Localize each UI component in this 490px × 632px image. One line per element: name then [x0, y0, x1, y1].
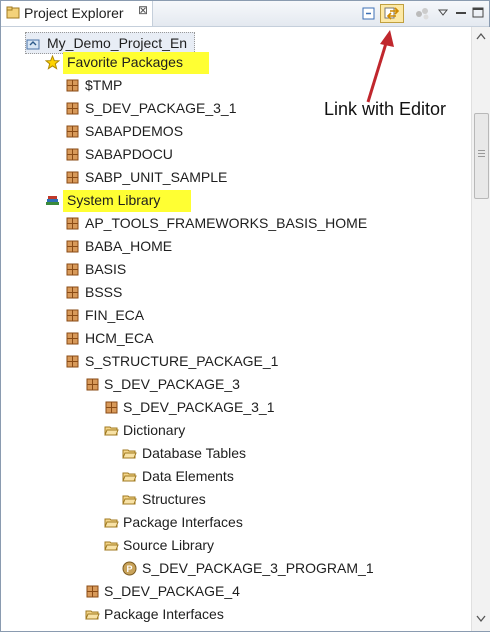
- tree-item-package[interactable]: SABP_UNIT_SAMPLE: [65, 167, 265, 189]
- tree-item-label: S_DEV_PACKAGE_3_PROGRAM_1: [142, 560, 374, 576]
- folder-open-icon: [104, 426, 119, 436]
- folder-open-icon: [85, 610, 100, 620]
- tree-item-folder[interactable]: Dictionary: [104, 420, 304, 442]
- library-icon: [46, 196, 59, 205]
- package-icon: [66, 263, 79, 276]
- tree-item-label: HCM_ECA: [85, 330, 154, 346]
- package-icon: [66, 240, 79, 253]
- folder-open-icon: [122, 472, 137, 482]
- tree-item-label: SABAPDEMOS: [85, 123, 184, 139]
- annotation-arrow: [366, 30, 394, 103]
- tree-item-package[interactable]: BASIS: [65, 259, 265, 281]
- collapse-all-icon[interactable]: [361, 4, 377, 23]
- tab-project-explorer[interactable]: Project Explorer ⊠: [1, 1, 153, 26]
- tree-item-label: $TMP: [85, 77, 123, 93]
- tree-item-package[interactable]: SABAPDOCU: [65, 144, 265, 166]
- tree-item-label: S_DEV_PACKAGE_3_1: [85, 100, 237, 116]
- package-icon: [66, 309, 79, 322]
- tree-item-folder[interactable]: Package Interfaces: [85, 604, 285, 626]
- package-icon: [105, 401, 118, 414]
- tree-item-label: BSSS: [85, 284, 123, 300]
- tree-item-label: S_DEV_PACKAGE_3_1: [123, 399, 275, 415]
- tree-item-label: BASIS: [85, 261, 127, 277]
- package-icon: [66, 102, 79, 115]
- tree-item-package[interactable]: HCM_ECA: [65, 328, 265, 350]
- view-titlebar: Project Explorer ⊠: [1, 1, 489, 27]
- package-icon: [66, 125, 79, 138]
- project-explorer-view: Project Explorer ⊠ My_Demo_Project_En Fa…: [0, 0, 490, 632]
- tree-item-folder[interactable]: Package Interfaces: [104, 512, 304, 534]
- vertical-scrollbar[interactable]: [471, 27, 490, 631]
- tree-item-label: Data Elements: [142, 468, 234, 484]
- link-with-editor-icon: [384, 7, 400, 20]
- package-icon: [86, 585, 99, 598]
- tree-item-label: My_Demo_Project_En: [47, 35, 188, 51]
- svg-text:P: P: [126, 564, 132, 574]
- tree-item-package[interactable]: S_DEV_PACKAGE_3_1: [104, 397, 304, 419]
- link-with-editor-button[interactable]: [380, 4, 404, 23]
- package-icon: [66, 171, 79, 184]
- tree-item-label: Structures: [142, 491, 206, 507]
- abap-project-icon: [26, 39, 40, 50]
- tree-item-label: SABP_UNIT_SAMPLE: [85, 169, 228, 185]
- tree-item-label: S_DEV_PACKAGE_3: [104, 376, 240, 392]
- tree-item-label: S_STRUCTURE_PACKAGE_1: [85, 353, 279, 369]
- tree-item-folder[interactable]: Data Elements: [122, 466, 322, 488]
- tree-item-folder[interactable]: Structures: [122, 489, 322, 511]
- tree-item-package[interactable]: SABAPDEMOS: [65, 121, 265, 143]
- tree-item-label: SABAPDOCU: [85, 146, 173, 162]
- program-icon: P: [122, 561, 137, 576]
- tree-item-favorite-packages[interactable]: Favorite Packages: [45, 52, 215, 74]
- folder-open-icon: [122, 449, 137, 459]
- tree-item-label: Package Interfaces: [123, 514, 243, 530]
- tree-item-folder[interactable]: Source Library: [104, 535, 304, 557]
- annotation-label: Link with Editor: [324, 99, 447, 119]
- package-icon: [66, 148, 79, 161]
- tree-item-label: Favorite Packages: [67, 54, 183, 70]
- tree-item-package[interactable]: FIN_ECA: [65, 305, 265, 327]
- project-explorer-icon: [6, 6, 20, 19]
- scroll-thumb[interactable]: [474, 113, 489, 199]
- tree-item-label: S_DEV_PACKAGE_4: [104, 583, 240, 599]
- tree-item-package[interactable]: S_STRUCTURE_PACKAGE_1: [65, 351, 325, 373]
- folder-open-icon: [122, 495, 137, 505]
- package-icon: [86, 378, 99, 391]
- tree-item-label: Dictionary: [123, 422, 186, 438]
- package-icon: [66, 217, 79, 230]
- tree-item-program[interactable]: P S_DEV_PACKAGE_3_PROGRAM_1: [122, 558, 382, 580]
- tree-item-package[interactable]: $TMP: [65, 75, 265, 97]
- package-icon: [66, 332, 79, 345]
- scroll-down-icon[interactable]: [476, 615, 486, 623]
- tree-item-package[interactable]: S_DEV_PACKAGE_3: [85, 374, 285, 396]
- tree-item-package[interactable]: BSSS: [65, 282, 265, 304]
- tree-item-system-library[interactable]: System Library: [45, 190, 215, 212]
- tree-item-project[interactable]: My_Demo_Project_En: [25, 32, 195, 54]
- tree-item-package[interactable]: S_DEV_PACKAGE_4: [85, 581, 285, 603]
- tab-title: Project Explorer: [24, 5, 124, 21]
- scroll-up-icon[interactable]: [476, 32, 486, 40]
- tree-item-label: BABA_HOME: [85, 238, 173, 254]
- view-menu-icon[interactable]: [437, 4, 449, 23]
- folder-open-icon: [104, 541, 119, 551]
- tree-item-label: System Library: [67, 192, 161, 208]
- close-icon[interactable]: ⊠: [138, 3, 148, 17]
- tree-item-folder[interactable]: Database Tables: [122, 443, 322, 465]
- focus-icon[interactable]: [413, 4, 433, 23]
- tree-item-package[interactable]: S_DEV_PACKAGE_3_1: [65, 98, 265, 120]
- tree-item-label: Package Interfaces: [104, 606, 224, 622]
- tree-item-package[interactable]: AP_TOOLS_FRAMEWORKS_BASIS_HOME: [65, 213, 368, 235]
- package-icon: [66, 355, 79, 368]
- star-icon: [45, 55, 60, 70]
- folder-open-icon: [104, 518, 119, 528]
- maximize-icon[interactable]: [471, 4, 485, 23]
- tree-item-label: Database Tables: [142, 445, 247, 461]
- tree-item-package[interactable]: BABA_HOME: [65, 236, 265, 258]
- tree-item-label: AP_TOOLS_FRAMEWORKS_BASIS_HOME: [85, 215, 368, 231]
- package-icon: [66, 286, 79, 299]
- minimize-icon[interactable]: [454, 4, 468, 23]
- tree-item-label: FIN_ECA: [85, 307, 145, 323]
- tree-item-label: Source Library: [123, 537, 215, 553]
- package-icon: [66, 79, 79, 92]
